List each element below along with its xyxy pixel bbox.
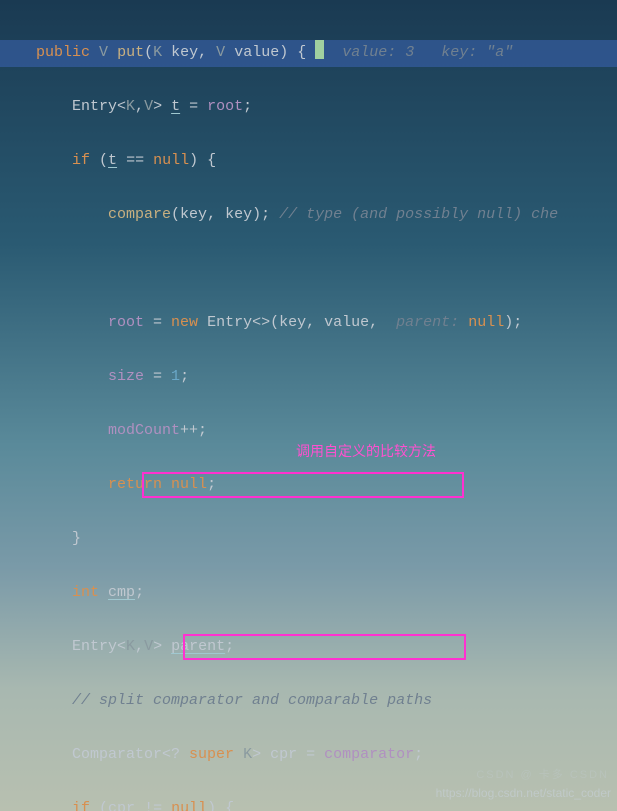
annotation-text: 调用自定义的比较方法 [296, 438, 436, 465]
code-line: Entry<K,V> t = root; [36, 93, 617, 120]
highlight-box-setvalue [183, 634, 466, 660]
code-line: root = new Entry<>(key, value, parent: n… [36, 309, 617, 336]
watermark-url: https://blog.csdn.net/static_coder [436, 780, 611, 807]
code-line: // split comparator and comparable paths [36, 687, 617, 714]
code-line [36, 255, 617, 282]
text-cursor [315, 40, 324, 59]
code-line: if (t == null) { [36, 147, 617, 174]
code-line: public V put(K key, V value) { value: 3 … [36, 39, 617, 66]
code-line: int cmp; [36, 579, 617, 606]
code-editor: public V put(K key, V value) { value: 3 … [0, 0, 617, 811]
code-line: compare(key, key); // type (and possibly… [36, 201, 617, 228]
highlight-box-compare [142, 472, 464, 498]
code-line: } [36, 525, 617, 552]
code-line: size = 1; [36, 363, 617, 390]
